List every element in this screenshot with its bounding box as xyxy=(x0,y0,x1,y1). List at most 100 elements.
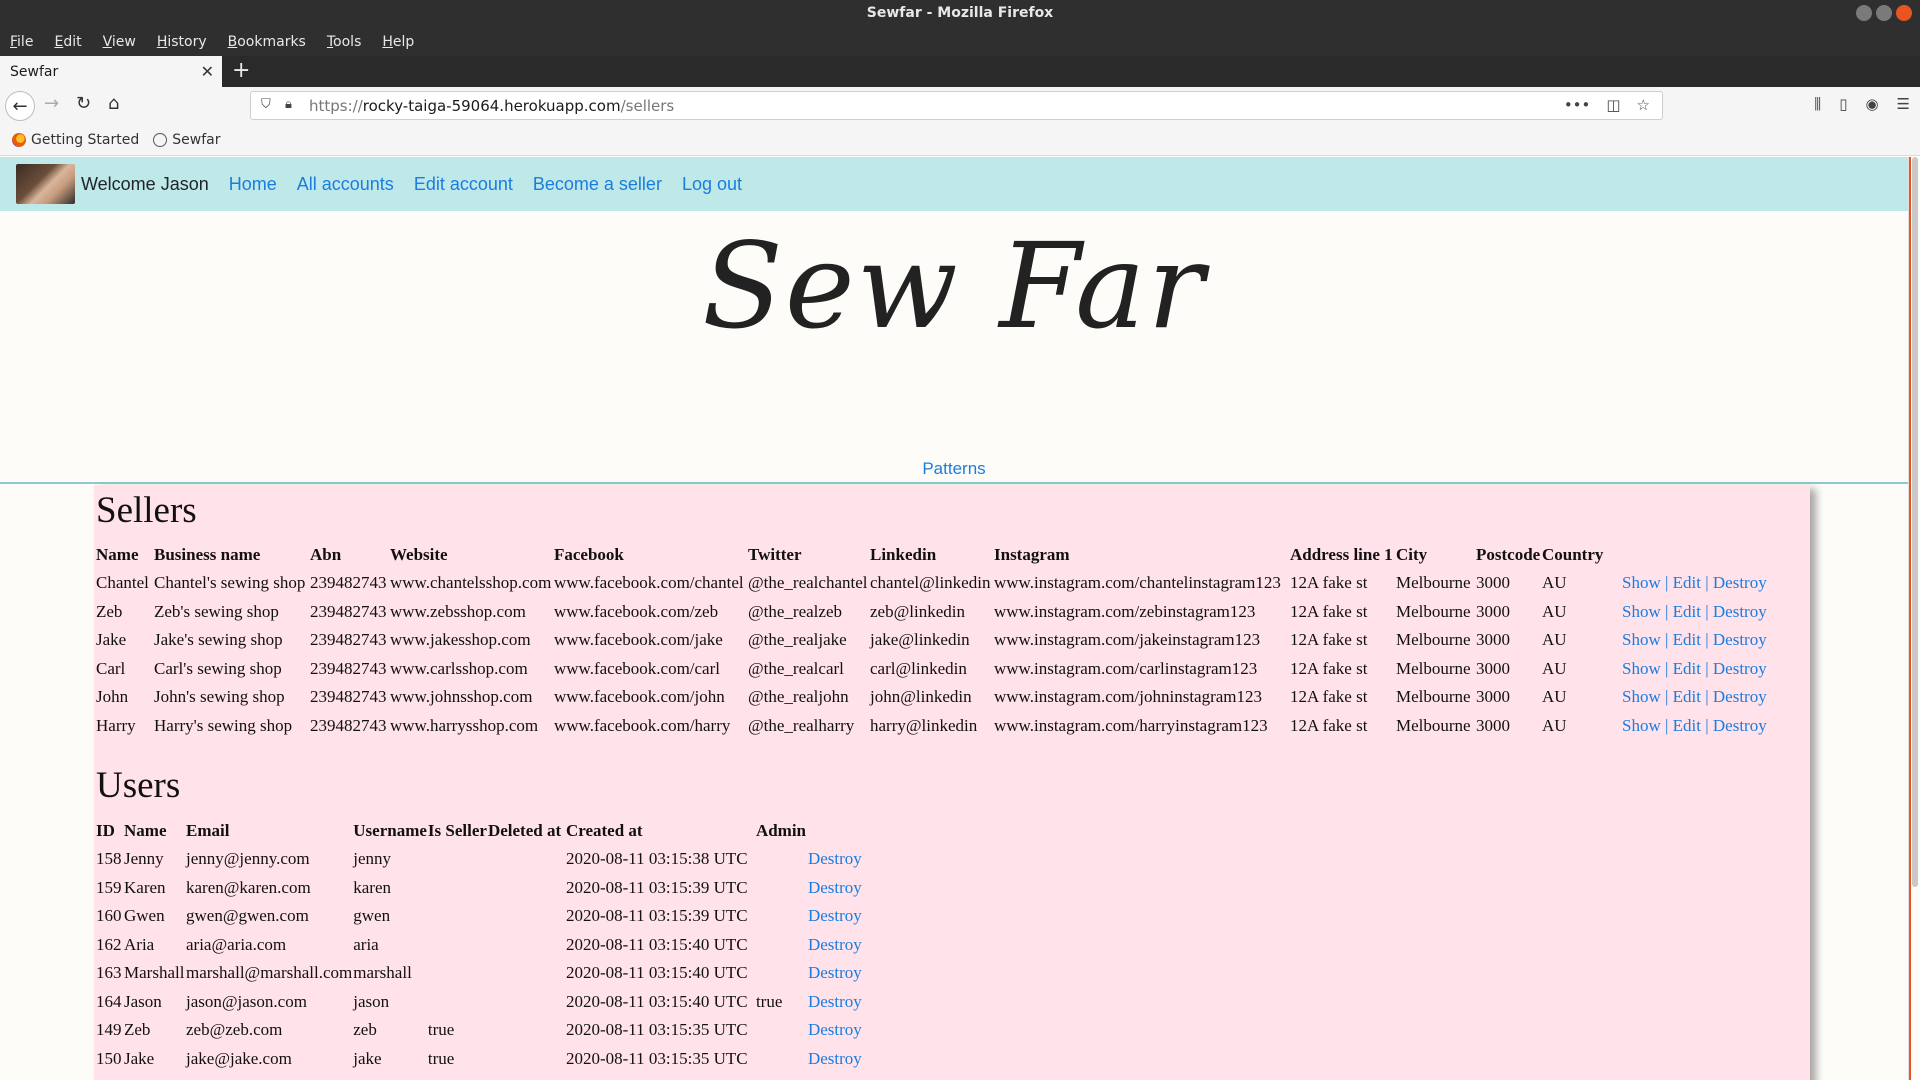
reload-icon[interactable]: ↻ xyxy=(76,93,91,114)
table-cell: 12A fake st xyxy=(1290,630,1368,650)
forward-arrow-icon[interactable]: → xyxy=(44,93,59,114)
destroy-link[interactable]: Destroy xyxy=(808,1020,862,1039)
menu-edit[interactable]: Edit xyxy=(54,34,81,50)
destroy-link[interactable]: Destroy xyxy=(1713,573,1767,592)
maximize-icon[interactable] xyxy=(1876,5,1892,21)
table-cell xyxy=(756,874,808,903)
edit-link[interactable]: Edit xyxy=(1673,716,1701,735)
row-actions: Show | Edit | Destroy xyxy=(1606,683,1768,712)
table-row: 160 Gwen gwen@gwen.com gwen 2020-08-11 03:15… xyxy=(96,902,863,931)
row-actions: Show | Edit | Destroy xyxy=(1606,655,1768,684)
table-cell: carl@linkedin xyxy=(870,658,967,678)
bookmark-getting-started[interactable]: Getting Started xyxy=(12,132,139,148)
show-link[interactable]: Show xyxy=(1622,573,1661,592)
table-cell: 2020-08-11 03:15:35 UTC xyxy=(565,1020,748,1040)
edit-link[interactable]: Edit xyxy=(1673,687,1701,706)
table-cell: www.instagram.com/johninstagram123 xyxy=(994,687,1263,707)
edit-link[interactable]: Edit xyxy=(1673,573,1701,592)
table-cell: Melbourne xyxy=(1396,658,1471,678)
destroy-link[interactable]: Destroy xyxy=(1713,687,1767,706)
table-cell: @the_realjake xyxy=(748,630,847,650)
menu-history[interactable]: History xyxy=(157,34,207,50)
close-tab-icon[interactable]: ✕ xyxy=(201,62,214,81)
destroy-link[interactable]: Destroy xyxy=(808,1049,862,1068)
home-icon[interactable]: ⌂ xyxy=(108,93,119,114)
table-cell: 2020-08-11 03:15:38 UTC xyxy=(565,849,748,869)
star-icon[interactable]: ☆ xyxy=(1637,96,1650,114)
more-actions-icon[interactable]: ••• xyxy=(1564,96,1591,114)
table-cell: www.facebook.com/zeb xyxy=(554,601,719,621)
show-link[interactable]: Show xyxy=(1622,716,1661,735)
table-cell: AU xyxy=(1542,601,1567,621)
show-link[interactable]: Show xyxy=(1622,630,1661,649)
close-window-icon[interactable] xyxy=(1896,5,1912,21)
menu-view[interactable]: View xyxy=(103,34,136,50)
edit-link[interactable]: Edit xyxy=(1673,602,1701,621)
avatar xyxy=(16,164,75,204)
destroy-link[interactable]: Destroy xyxy=(808,878,862,897)
table-cell: jason xyxy=(353,991,390,1011)
destroy-link[interactable]: Destroy xyxy=(808,963,862,982)
hamburger-menu-icon[interactable]: ☰ xyxy=(1897,95,1910,113)
destroy-link[interactable]: Destroy xyxy=(808,906,862,925)
menu-tools[interactable]: Tools xyxy=(327,34,362,50)
row-actions: Destroy xyxy=(808,845,863,874)
menu-bookmarks[interactable]: Bookmarks xyxy=(228,34,306,50)
table-cell: Chantel xyxy=(96,573,149,593)
shield-icon[interactable]: ⛉ xyxy=(261,97,271,112)
bookmark-sewfar[interactable]: Sewfar xyxy=(153,132,220,148)
table-cell: www.instagram.com/zebinstagram123 xyxy=(994,601,1256,621)
table-cell: www.harrysshop.com xyxy=(390,715,539,735)
row-actions: Destroy xyxy=(808,988,863,1017)
destroy-link[interactable]: Destroy xyxy=(808,935,862,954)
menu-help[interactable]: Help xyxy=(382,34,414,50)
new-tab-icon[interactable]: + xyxy=(232,58,250,83)
destroy-link[interactable]: Destroy xyxy=(808,849,862,868)
table-cell: 3000 xyxy=(1476,715,1510,735)
table-cell: true xyxy=(427,1048,455,1068)
table-cell: Carl xyxy=(96,658,126,678)
table-cell: aria@aria.com xyxy=(186,934,287,954)
destroy-link[interactable]: Destroy xyxy=(1713,602,1767,621)
show-link[interactable]: Show xyxy=(1622,687,1661,706)
lock-icon[interactable]: 🔒︎ xyxy=(285,97,292,112)
table-cell: www.facebook.com/harry xyxy=(554,715,731,735)
pocket-icon[interactable]: ◫ xyxy=(1606,96,1620,114)
patterns-link[interactable]: Patterns xyxy=(0,459,1908,479)
nav-edit-account-link[interactable]: Edit account xyxy=(414,174,513,195)
nav-log-out-link[interactable]: Log out xyxy=(682,174,742,195)
column-header: Is Seller xyxy=(427,821,487,840)
library-icon[interactable]: ⫼ xyxy=(1814,95,1821,113)
table-cell: Jake xyxy=(96,630,127,650)
show-link[interactable]: Show xyxy=(1622,659,1661,678)
url-bar[interactable]: ⛉ 🔒︎ https://rocky-taiga-59064.herokuapp… xyxy=(250,91,1663,120)
bookmarks-toolbar: Getting Started Sewfar xyxy=(0,124,1920,156)
minimize-icon[interactable] xyxy=(1856,5,1872,21)
destroy-link[interactable]: Destroy xyxy=(808,992,862,1011)
page-scrollbar[interactable] xyxy=(1908,157,1920,1080)
destroy-link[interactable]: Destroy xyxy=(1713,716,1767,735)
account-icon[interactable]: ◉ xyxy=(1865,95,1878,113)
destroy-link[interactable]: Destroy xyxy=(1713,659,1767,678)
destroy-link[interactable]: Destroy xyxy=(1713,630,1767,649)
tab-sewfar[interactable]: Sewfar ✕ xyxy=(0,56,222,87)
nav-all-accounts-link[interactable]: All accounts xyxy=(297,174,394,195)
separator: | xyxy=(1700,601,1713,621)
menu-file[interactable]: File xyxy=(10,34,33,50)
scrollbar-thumb[interactable] xyxy=(1912,157,1918,887)
table-cell: 12A fake st xyxy=(1290,658,1368,678)
table-cell: 163 xyxy=(96,963,122,983)
nav-become-seller-link[interactable]: Become a seller xyxy=(533,174,662,195)
table-cell: www.instagram.com/jakeinstagram123 xyxy=(994,630,1261,650)
nav-home-link[interactable]: Home xyxy=(229,174,277,195)
sidebar-icon[interactable]: ▯ xyxy=(1839,95,1847,113)
edit-link[interactable]: Edit xyxy=(1673,630,1701,649)
table-row: 163 Marshall marshall@marshall.com marshall… xyxy=(96,959,863,988)
show-link[interactable]: Show xyxy=(1622,602,1661,621)
table-cell: Carl's sewing shop xyxy=(154,658,282,678)
back-arrow-icon[interactable]: ← xyxy=(5,91,35,121)
table-cell xyxy=(756,845,808,874)
firefox-icon xyxy=(12,132,26,147)
edit-link[interactable]: Edit xyxy=(1673,659,1701,678)
separator: | xyxy=(1660,715,1673,735)
